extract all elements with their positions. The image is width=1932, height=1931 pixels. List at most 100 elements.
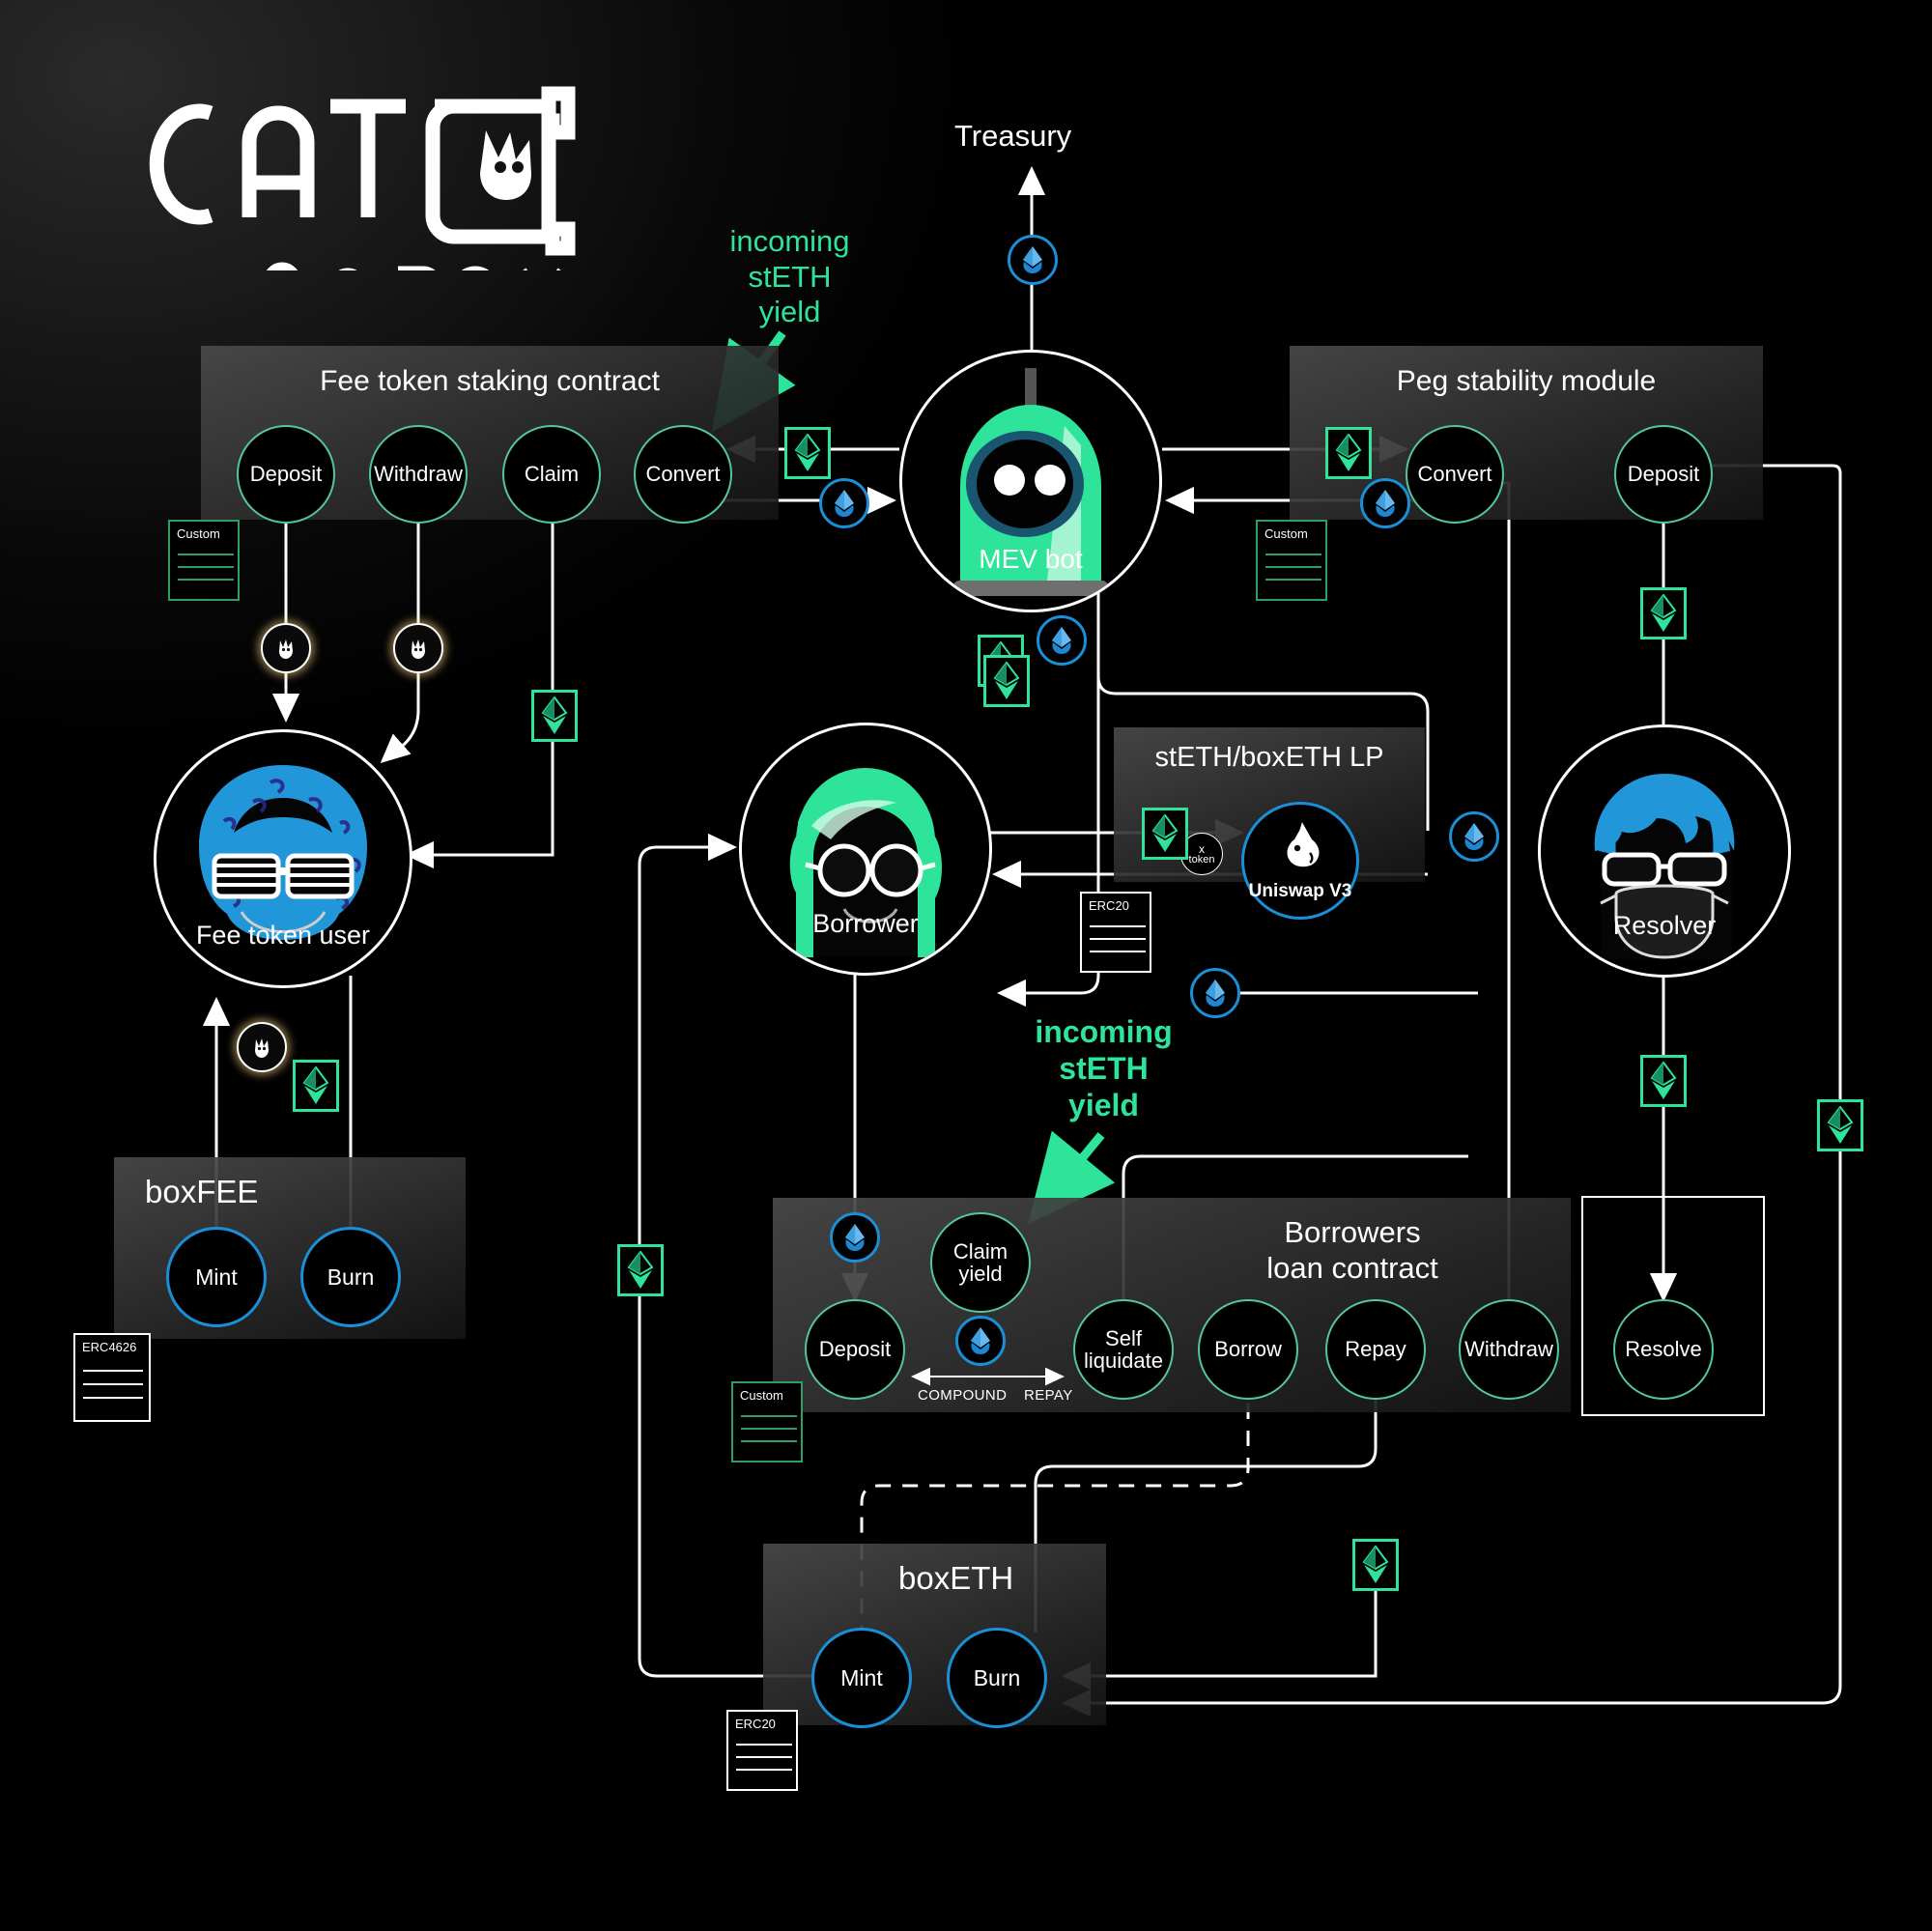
node-label: Burn xyxy=(973,1664,1021,1690)
node-claim-yield[interactable]: Claim yield xyxy=(930,1212,1031,1313)
node-label: Repay xyxy=(1345,1337,1406,1362)
persona-resolver[interactable]: Resolver xyxy=(1538,724,1791,978)
doc-line xyxy=(736,1756,792,1758)
doc-line xyxy=(1090,925,1146,927)
node-burn-boxfee[interactable]: Burn xyxy=(300,1227,401,1327)
doc-line xyxy=(1265,566,1321,568)
node-deposit-loan[interactable]: Deposit xyxy=(805,1299,905,1400)
node-label: Deposit xyxy=(249,462,323,487)
doc-line xyxy=(1265,554,1321,555)
persona-label: Borrower xyxy=(812,909,919,938)
node-label: Deposit xyxy=(1627,462,1700,487)
doc-line xyxy=(1090,938,1146,940)
steth-token-icon xyxy=(1827,1106,1854,1144)
group-title-loan-contract: Borrowers loan contract xyxy=(1266,1215,1438,1285)
doc-line xyxy=(736,1744,792,1746)
node-label: Burn xyxy=(327,1264,375,1290)
node-mint-boxeth[interactable]: Mint xyxy=(811,1628,912,1728)
persona-fee-token-user[interactable]: Fee token user xyxy=(154,729,412,988)
doc-label: ERC4626 xyxy=(82,1340,137,1354)
lido-steth-badge xyxy=(1360,478,1410,528)
doc-line xyxy=(741,1428,797,1430)
lido-steth-badge xyxy=(1190,968,1240,1018)
cat-token-badge xyxy=(393,623,443,673)
node-burn-boxeth[interactable]: Burn xyxy=(947,1628,1047,1728)
node-label: Self liquidate xyxy=(1084,1325,1163,1373)
steth-token-icon xyxy=(1650,594,1677,632)
cat-token-icon xyxy=(255,1038,269,1058)
node-label: Mint xyxy=(195,1264,238,1290)
persona-label: Fee token user xyxy=(195,921,371,950)
node-mint-boxfee[interactable]: Mint xyxy=(166,1227,267,1327)
lido-steth-icon xyxy=(1052,627,1071,654)
steth-token-badge xyxy=(1817,1099,1863,1151)
doc-custom-fee-staking: Custom xyxy=(168,520,240,601)
node-withdraw-loan[interactable]: Withdraw xyxy=(1459,1299,1559,1400)
persona-label: MEV bot xyxy=(979,544,1083,574)
steth-token-icon xyxy=(993,662,1020,699)
node-label: Convert xyxy=(645,462,721,487)
doc-line xyxy=(1090,951,1146,952)
node-label: Claim xyxy=(524,462,580,487)
x-token-line2: token xyxy=(1188,853,1215,866)
doc-label: Custom xyxy=(177,526,220,541)
annotation-incoming-steth-yield-top: incoming stETH yield xyxy=(729,224,850,329)
cat-token-icon xyxy=(279,639,293,659)
node-convert-fee-staking[interactable]: Convert xyxy=(634,425,732,524)
steth-token-badge xyxy=(1640,587,1687,639)
node-self-liquidate[interactable]: Self liquidate xyxy=(1073,1299,1174,1400)
doc-line xyxy=(178,579,234,581)
node-deposit-fee-staking[interactable]: Deposit xyxy=(237,425,335,524)
node-deposit-psm[interactable]: Deposit xyxy=(1614,425,1713,524)
node-claim-fee-staking[interactable]: Claim xyxy=(502,425,601,524)
steth-token-badge xyxy=(1352,1539,1399,1591)
brand-logo: CAT IN A BOX xyxy=(116,82,584,327)
x-token-line1: x xyxy=(1199,841,1205,856)
doc-line xyxy=(83,1383,143,1385)
steth-token-badge xyxy=(531,690,578,742)
steth-token-icon xyxy=(1335,434,1362,471)
node-label: Mint xyxy=(840,1664,883,1690)
steth-token-icon xyxy=(1151,814,1179,852)
persona-mev-bot[interactable]: MEV bot xyxy=(899,350,1162,612)
doc-label: Custom xyxy=(740,1388,783,1403)
treasury-label: Treasury xyxy=(954,119,1072,153)
annotation-incoming-steth-yield-bottom: incoming stETH yield xyxy=(1035,1014,1173,1122)
steth-token-icon xyxy=(627,1251,654,1289)
node-withdraw-fee-staking[interactable]: Withdraw xyxy=(369,425,468,524)
steth-token-icon xyxy=(1362,1546,1389,1583)
doc-custom-loan: Custom xyxy=(731,1381,803,1462)
steth-token-icon xyxy=(794,434,821,471)
node-borrow[interactable]: Borrow xyxy=(1198,1299,1298,1400)
cat-in-box-icon xyxy=(149,86,576,327)
steth-token-icon xyxy=(1650,1062,1677,1099)
lido-steth-badge xyxy=(955,1316,1006,1366)
persona-borrower[interactable]: Borrower xyxy=(739,723,992,976)
compound-label: COMPOUND xyxy=(918,1387,1008,1404)
node-label: Withdraw xyxy=(374,462,463,487)
group-title-lp: stETH/boxETH LP xyxy=(1154,742,1384,773)
lido-steth-icon xyxy=(1376,490,1395,517)
doc-label: Custom xyxy=(1264,526,1308,541)
doc-custom-peg: Custom xyxy=(1256,520,1327,601)
doc-line xyxy=(741,1415,797,1417)
group-title-boxeth: boxETH xyxy=(898,1560,1014,1596)
node-label: Convert xyxy=(1417,462,1492,487)
lido-steth-icon xyxy=(1464,823,1484,850)
steth-token-icon xyxy=(302,1066,329,1104)
doc-label: ERC20 xyxy=(1089,898,1129,913)
steth-token-icon xyxy=(541,696,568,734)
node-convert-psm[interactable]: Convert xyxy=(1406,425,1504,524)
steth-token-badge xyxy=(1325,427,1372,479)
node-label: Deposit xyxy=(818,1337,892,1362)
node-label: Withdraw xyxy=(1464,1337,1553,1362)
doc-line xyxy=(736,1769,792,1771)
doc-erc4626-boxfee: ERC4626 xyxy=(73,1333,151,1422)
lido-steth-icon xyxy=(1023,246,1042,273)
doc-line xyxy=(83,1370,143,1372)
steth-token-badge xyxy=(1640,1055,1687,1107)
group-title-fee-token-staking: Fee token staking contract xyxy=(320,365,660,397)
node-resolve[interactable]: Resolve xyxy=(1613,1299,1714,1400)
node-repay[interactable]: Repay xyxy=(1325,1299,1426,1400)
node-uniswap-v3[interactable]: Uniswap V3 xyxy=(1241,802,1359,920)
